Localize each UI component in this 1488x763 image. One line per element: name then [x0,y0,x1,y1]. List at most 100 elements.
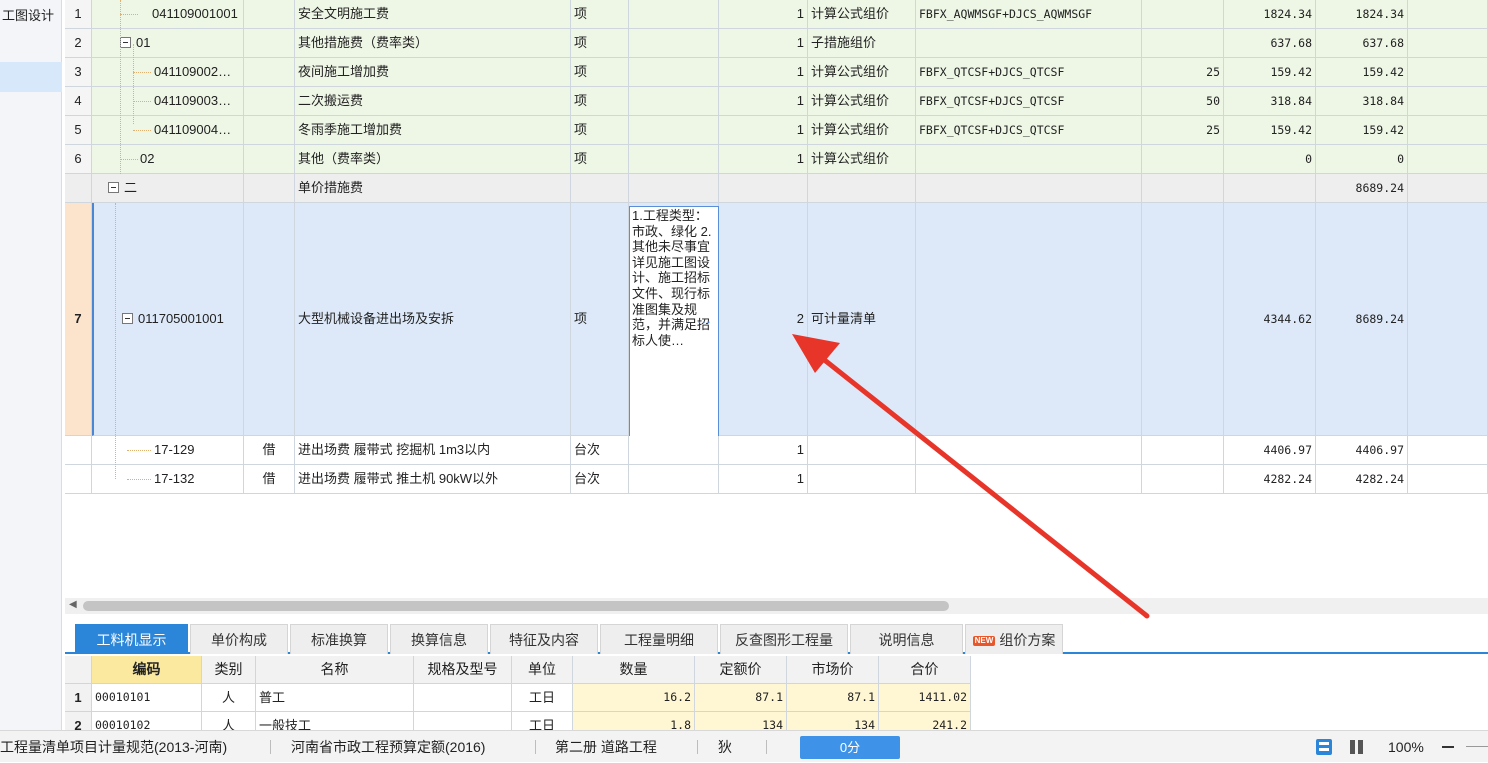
item-name[interactable]: 二次搬运费 [295,87,571,116]
column-view-icon[interactable] [1350,740,1364,754]
resource-spec[interactable] [414,712,512,730]
item-feature[interactable] [629,436,719,465]
collapse-icon[interactable] [122,313,133,325]
item-quantity[interactable]: 1 [719,0,808,29]
column-header[interactable]: 规格及型号 [414,656,512,684]
item-feature[interactable] [629,58,719,87]
item-formula[interactable] [916,436,1142,465]
table-row[interactable]: 1 00010101 人 普工 工日 16.2 87.1 87.1 1411.0… [65,684,973,712]
scrollbar-thumb[interactable] [83,601,949,611]
item-code-cell[interactable]: 二 [92,174,244,203]
item-unit[interactable]: 项 [571,145,629,174]
table-row[interactable]: 5 041109004… 冬雨季施工增加费 项 1 计算公式组价 FBFX_QT… [65,116,1488,145]
score-button[interactable]: 0分 [800,736,900,759]
item-code[interactable]: 041109001001 [92,0,244,29]
item-rate[interactable] [1142,203,1224,436]
resource-name[interactable]: 普工 [256,684,414,712]
resource-spec[interactable] [414,684,512,712]
table-row[interactable]: 2 00010102 人 一般技工 工日 1.8 134 134 241.2 [65,712,973,730]
resource-unit[interactable]: 工日 [512,712,573,730]
item-unit[interactable]: 台次 [571,465,629,494]
item-pricing-type[interactable]: 计算公式组价 [808,87,916,116]
item-unit[interactable]: 项 [571,58,629,87]
item-pricing-type[interactable]: 计算公式组价 [808,145,916,174]
zoom-out-icon[interactable] [1442,746,1454,748]
resource-market-price[interactable]: 87.1 [787,684,879,712]
column-header[interactable]: 名称 [256,656,414,684]
resource-name[interactable]: 一般技工 [256,712,414,730]
item-name[interactable]: 进出场费 履带式 挖掘机 1m3以内 [295,436,571,465]
item-name[interactable]: 单价措施费 [295,174,571,203]
item-category[interactable] [244,29,295,58]
item-category[interactable] [244,0,295,29]
item-rate[interactable]: 25 [1142,58,1224,87]
column-header[interactable]: 单位 [512,656,573,684]
table-row[interactable]: 1 041109001001 安全文明施工费 项 1 计算公式组价 FBFX_A… [65,0,1488,29]
tab-pricing-scheme[interactable]: NEW 组价方案 [965,624,1063,654]
resource-category[interactable]: 人 [202,712,256,730]
column-header[interactable]: 类别 [202,656,256,684]
column-header[interactable]: 市场价 [787,656,879,684]
status-volume[interactable]: 第二册 道路工程 [555,731,657,763]
scroll-left-icon[interactable]: ◀ [69,599,77,610]
item-code[interactable]: 041109003… [92,87,244,116]
item-unit[interactable]: 项 [571,203,629,436]
column-header[interactable]: 定额价 [695,656,787,684]
horizontal-scrollbar[interactable]: ◀ [65,598,1488,614]
item-unit[interactable]: 项 [571,116,629,145]
column-header[interactable]: 编码 [92,656,202,684]
item-category[interactable]: 借 [244,436,295,465]
tab-reverse-lookup[interactable]: 反查图形工程量 [720,624,848,654]
item-formula[interactable]: FBFX_AQWMSGF+DJCS_AQWMSGF [916,0,1142,29]
item-category[interactable] [244,203,295,436]
item-name[interactable]: 其他措施费（费率类） [295,29,571,58]
item-category[interactable] [244,58,295,87]
item-rate[interactable] [1142,0,1224,29]
table-row[interactable]: 6 02 其他（费率类） 项 1 计算公式组价 0 0 [65,145,1488,174]
item-feature[interactable] [629,87,719,116]
item-name[interactable]: 其他（费率类） [295,145,571,174]
item-pricing-type[interactable]: 计算公式组价 [808,58,916,87]
item-feature[interactable] [629,0,719,29]
item-name[interactable]: 安全文明施工费 [295,0,571,29]
item-quantity[interactable]: 1 [719,58,808,87]
more-options-icon[interactable]: ··· [697,313,711,329]
item-pricing-type[interactable]: 子措施组价 [808,29,916,58]
item-quantity[interactable]: 1 [719,145,808,174]
item-rate[interactable] [1142,145,1224,174]
item-code-cell[interactable]: 01 [92,29,244,58]
sidebar-item-drawing-design[interactable]: 工图设计 [0,2,62,30]
item-quantity[interactable]: 1 [719,29,808,58]
resource-code[interactable]: 00010101 [92,684,202,712]
column-header[interactable]: 数量 [573,656,695,684]
item-name[interactable]: 进出场费 履带式 推土机 90kW以外 [295,465,571,494]
item-quantity[interactable]: 1 [719,436,808,465]
table-row[interactable]: 4 041109003… 二次搬运费 项 1 计算公式组价 FBFX_QTCSF… [65,87,1488,116]
tab-quantity-detail[interactable]: 工程量明细 [600,624,718,654]
item-formula[interactable] [916,145,1142,174]
item-quantity[interactable]: 2 [719,203,808,436]
resource-category[interactable]: 人 [202,684,256,712]
zoom-slider[interactable] [1466,746,1488,747]
item-unit[interactable]: 项 [571,87,629,116]
item-unit[interactable]: 台次 [571,436,629,465]
item-formula[interactable]: FBFX_QTCSF+DJCS_QTCSF [916,87,1142,116]
item-feature[interactable] [629,465,719,494]
item-feature[interactable] [629,116,719,145]
item-feature[interactable] [629,29,719,58]
table-row[interactable]: 2 01 其他措施费（费率类） 项 1 子措施组价 637.68 637.68 [65,29,1488,58]
item-pricing-type[interactable] [808,465,916,494]
item-unit[interactable]: 项 [571,0,629,29]
item-pricing-type[interactable] [808,436,916,465]
item-pricing-type[interactable]: 计算公式组价 [808,0,916,29]
item-feature[interactable] [629,145,719,174]
item-pricing-type[interactable]: 可计量清单 [808,203,916,436]
item-rate[interactable] [1142,465,1224,494]
item-quantity[interactable]: 1 [719,116,808,145]
item-name[interactable]: 大型机械设备进出场及安拆 [295,203,571,436]
item-pricing-type[interactable]: 计算公式组价 [808,116,916,145]
item-formula[interactable] [916,465,1142,494]
item-category[interactable] [244,87,295,116]
table-row[interactable]: 17-129 借 进出场费 履带式 挖掘机 1m3以内 台次 1 4406.97… [65,436,1488,465]
item-category[interactable] [244,116,295,145]
